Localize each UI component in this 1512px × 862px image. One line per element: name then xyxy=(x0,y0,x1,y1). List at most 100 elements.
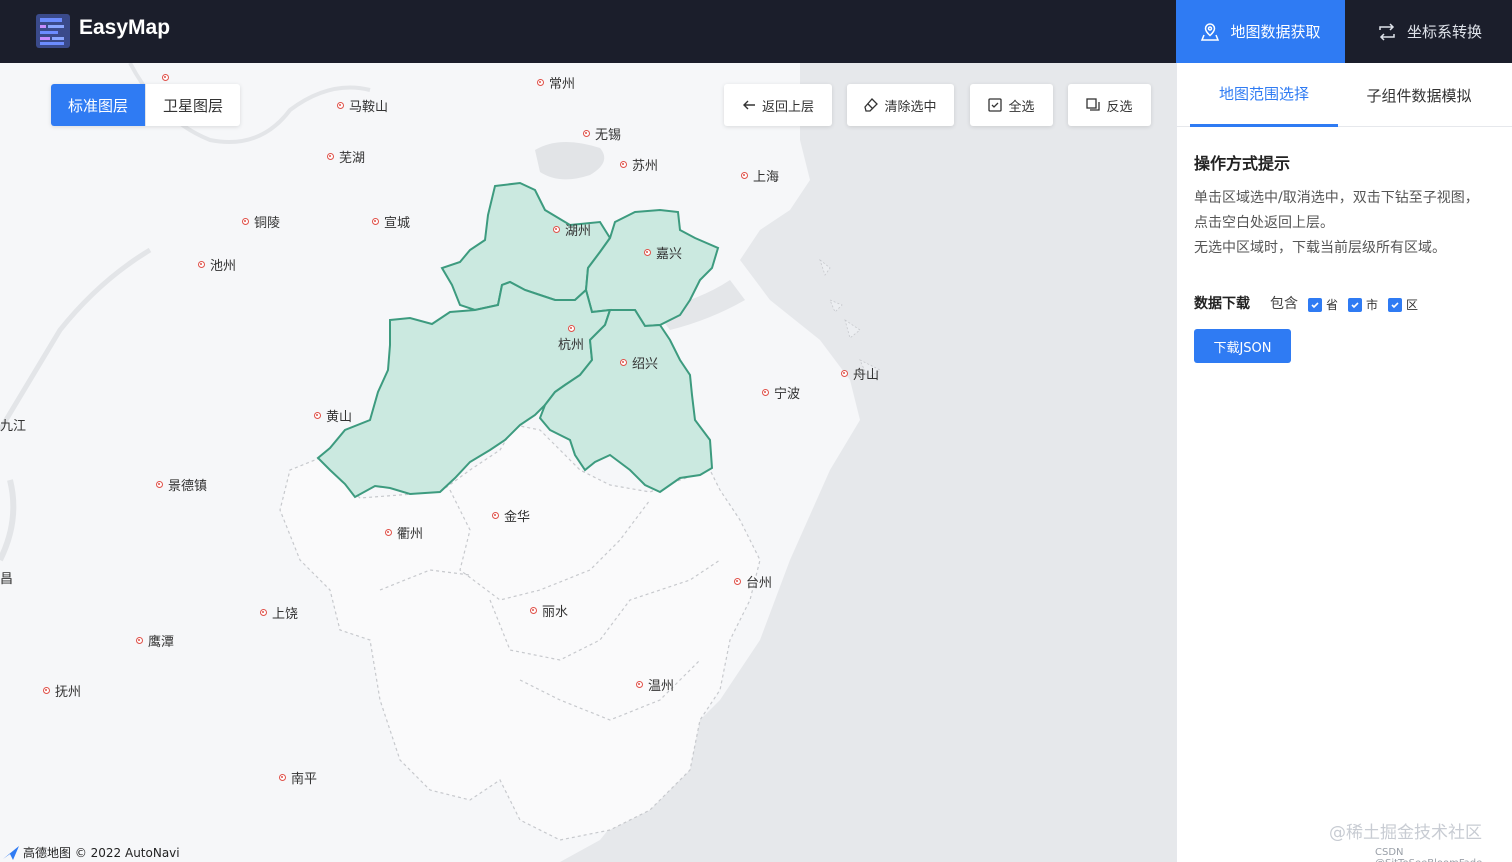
city-name: 上海 xyxy=(753,170,780,185)
city-dot-icon xyxy=(841,370,848,377)
city-label-jinhua: 金华 xyxy=(492,506,530,525)
city-name: 鹰潭 xyxy=(148,635,175,650)
checkbox-checked-icon xyxy=(1388,297,1402,312)
city-dot-icon xyxy=(156,481,163,488)
city-name: 湖州 xyxy=(565,224,592,239)
download-label: 数据下载 xyxy=(1194,296,1250,312)
city-dot-icon xyxy=(136,637,143,644)
city-dot-icon xyxy=(372,218,379,225)
city-name: 舟山 xyxy=(853,368,880,383)
select-all-label: 全选 xyxy=(1008,99,1035,115)
city-label-lishui: 丽水 xyxy=(530,601,568,620)
city-label-jingdezhen: 景德镇 xyxy=(156,475,207,494)
city-name: 芜湖 xyxy=(339,151,366,166)
city-name: 马鞍山 xyxy=(349,100,389,115)
city-dot-icon xyxy=(741,172,748,179)
city-dot-icon xyxy=(242,218,249,225)
city-name: 黄山 xyxy=(326,410,353,425)
city-dot-icon xyxy=(734,578,741,585)
city-name: 池州 xyxy=(210,259,237,274)
checkbox-province-label: 省 xyxy=(1326,298,1339,312)
city-label-jiaxing: 嘉兴 xyxy=(644,243,682,262)
copy-icon xyxy=(1086,98,1101,111)
hint-line-2: 点击空白处返回上层。 xyxy=(1194,215,1334,231)
watermark-small: CSDN @SitToSeeBloomFade xyxy=(1375,847,1482,862)
city-label-nanchang: 昌 xyxy=(0,568,13,587)
city-label-changzhou: 常州 xyxy=(537,73,575,92)
checkbox-district[interactable]: 区 xyxy=(1388,296,1418,313)
city-label-nanping: 南平 xyxy=(279,768,317,787)
layer-satellite-button[interactable]: 卫星图层 xyxy=(145,84,240,126)
easymap-logo-icon xyxy=(36,14,70,48)
checkbox-icon xyxy=(988,98,1003,112)
city-label-suzhou: 苏州 xyxy=(620,155,658,174)
arrow-left-icon xyxy=(742,100,755,110)
river-line xyxy=(0,479,17,562)
city-name: 金华 xyxy=(504,510,531,525)
hint-line-3: 无选中区域时，下载当前层级所有区域。 xyxy=(1194,240,1446,256)
side-panel: 地图范围选择 子组件数据模拟 操作方式提示 单击区域选中/取消选中，双击下钻至子… xyxy=(1176,63,1512,862)
city-dot-icon xyxy=(337,102,344,109)
clear-selection-label: 清除选中 xyxy=(884,99,937,115)
tab-child-data-mock[interactable]: 子组件数据模拟 xyxy=(1349,63,1489,127)
city-dot-icon xyxy=(583,130,590,137)
city-dot-icon xyxy=(492,512,499,519)
download-json-button[interactable]: 下载JSON xyxy=(1194,329,1291,363)
city-name: 温州 xyxy=(648,679,675,694)
city-dot-icon xyxy=(43,687,50,694)
city-dot-icon xyxy=(568,325,575,332)
invert-selection-label: 反选 xyxy=(1106,99,1133,115)
select-all-button[interactable]: 全选 xyxy=(970,84,1053,126)
city-dot-icon xyxy=(762,389,769,396)
city-label-wuhu: 芜湖 xyxy=(327,147,365,166)
panel-title: 操作方式提示 xyxy=(1194,154,1291,173)
city-label-fuzhou: 抚州 xyxy=(43,681,81,700)
city-name: 上饶 xyxy=(272,607,299,622)
city-dot-icon xyxy=(385,529,392,536)
attribution-text: 高德地图 © 2022 AutoNavi xyxy=(23,846,180,860)
map-attribution: 高德地图 © 2022 AutoNavi xyxy=(2,844,180,861)
city-name: 丽水 xyxy=(542,605,569,620)
city-dot-icon xyxy=(162,74,169,81)
invert-selection-button[interactable]: 反选 xyxy=(1068,84,1151,126)
city-label-shangrao: 上饶 xyxy=(260,603,298,622)
city-label-wenzhou: 温州 xyxy=(636,675,674,694)
checkbox-city[interactable]: 市 xyxy=(1348,296,1378,313)
city-label-taizhou: 台州 xyxy=(734,572,772,591)
city-name: 铜陵 xyxy=(254,216,281,231)
map-canvas[interactable]: 高德地图 © 2022 AutoNavi xyxy=(0,63,1176,862)
city-name: 宣城 xyxy=(384,216,411,231)
city-name: 抚州 xyxy=(55,685,82,700)
city-dot-icon xyxy=(530,607,537,614)
tab-map-range[interactable]: 地图范围选择 xyxy=(1190,63,1338,127)
layer-standard-button[interactable]: 标准图层 xyxy=(51,84,145,126)
nav-coordinate-convert[interactable]: 坐标系转换 xyxy=(1377,0,1482,63)
city-label-ningbo: 宁波 xyxy=(762,383,800,402)
river-line xyxy=(0,247,152,432)
city-label-maanshan: 马鞍山 xyxy=(337,96,388,115)
city-label-chizhou: 池州 xyxy=(198,255,236,274)
city-dot-icon xyxy=(279,774,286,781)
city-dot-icon xyxy=(314,412,321,419)
city-name: 宁波 xyxy=(774,387,801,402)
city-label-jiujiang: 九江 xyxy=(0,415,26,434)
checkbox-province[interactable]: 省 xyxy=(1308,296,1338,313)
amap-logo-icon xyxy=(3,845,19,860)
swap-icon xyxy=(1379,22,1395,41)
city-name: 南平 xyxy=(291,772,318,787)
city-name: 昌 xyxy=(0,572,14,587)
city-label-huangshan: 黄山 xyxy=(314,406,352,425)
checkbox-district-label: 区 xyxy=(1406,298,1419,312)
city-dot-icon xyxy=(260,609,267,616)
city-name: 无锡 xyxy=(595,128,622,143)
contains-label: 包含 xyxy=(1270,296,1298,312)
nav-map-data[interactable]: 地图数据获取 xyxy=(1176,0,1345,63)
layer-switch: 标准图层 卫星图层 xyxy=(51,84,240,126)
clear-selection-button[interactable]: 清除选中 xyxy=(847,84,954,126)
city-name: 常州 xyxy=(549,77,576,92)
checkbox-checked-icon xyxy=(1308,297,1322,312)
back-up-button[interactable]: 返回上层 xyxy=(724,84,832,126)
city-dot-icon xyxy=(636,681,643,688)
city-dot-icon xyxy=(620,359,627,366)
nav-coordinate-convert-label: 坐标系转换 xyxy=(1407,23,1483,41)
